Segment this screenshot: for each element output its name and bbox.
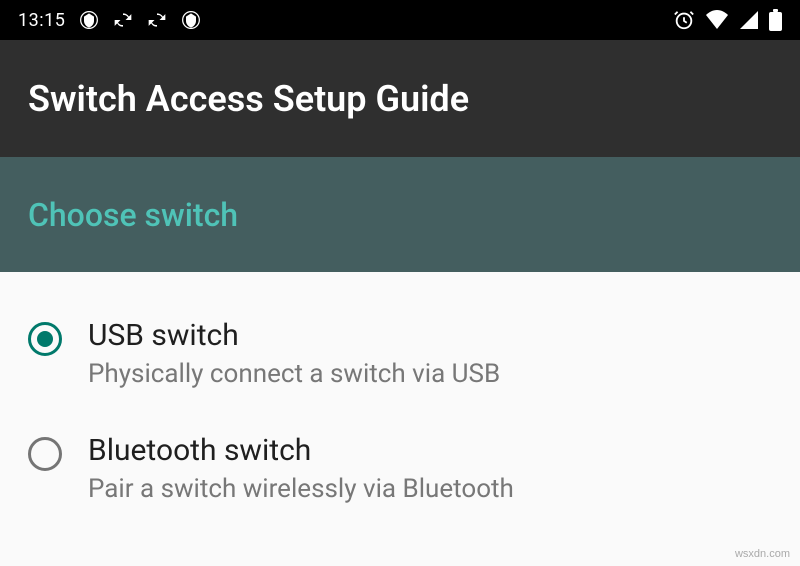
option-title: USB switch (88, 318, 772, 353)
radio-option-bluetooth[interactable]: Bluetooth switch Pair a switch wirelessl… (28, 417, 772, 532)
option-text: USB switch Physically connect a switch v… (88, 318, 772, 389)
watermark: wsxdn.com (735, 548, 790, 560)
option-text: Bluetooth switch Pair a switch wirelessl… (88, 433, 772, 504)
signal-icon (739, 10, 759, 30)
status-time: 13:15 (18, 10, 65, 31)
radio-unchecked-icon (28, 437, 62, 471)
wifi-icon (705, 10, 729, 30)
battery-icon (769, 9, 782, 31)
radio-checked-icon (28, 322, 62, 356)
app-bar: Switch Access Setup Guide (0, 40, 800, 157)
sync-icon (147, 10, 167, 30)
status-left: 13:15 (18, 10, 201, 31)
alarm-icon (673, 9, 695, 31)
page-title: Switch Access Setup Guide (28, 78, 469, 120)
option-subtitle: Pair a switch wirelessly via Bluetooth (88, 474, 772, 504)
radio-option-usb[interactable]: USB switch Physically connect a switch v… (28, 302, 772, 417)
option-subtitle: Physically connect a switch via USB (88, 359, 772, 389)
shield-icon (181, 10, 201, 30)
section-title: Choose switch (28, 196, 238, 234)
status-right (673, 9, 782, 31)
shield-icon (79, 10, 99, 30)
status-bar: 13:15 (0, 0, 800, 40)
section-header: Choose switch (0, 157, 800, 272)
option-title: Bluetooth switch (88, 433, 772, 468)
options-group: USB switch Physically connect a switch v… (0, 272, 800, 532)
sync-icon (113, 10, 133, 30)
